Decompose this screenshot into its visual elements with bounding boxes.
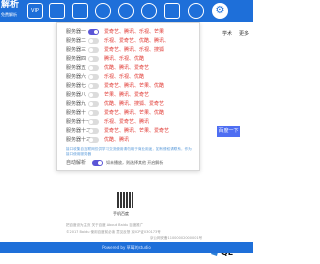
server-sites: 优酷、腾讯、爱奇艺 — [104, 65, 150, 71]
toolbar-icons: VIP ⚙ — [27, 2, 253, 20]
server-row: 服务器三 爱奇艺、腾讯、乐视、搜狐 — [66, 46, 196, 54]
vip-icon[interactable]: VIP — [27, 3, 43, 19]
toggle-knob — [89, 66, 93, 70]
bottom-bar: Powered by 草莓的studio — [0, 242, 253, 253]
footer-icp: 京公网安备11000002000001号 — [150, 236, 203, 240]
disclaimer-note: 接口收集自互联网仅供学习交流使用请勿用于商业用途，如有侵权请联系，作为接口使用服… — [66, 147, 192, 156]
server-label: 服务器十 — [66, 110, 87, 116]
server-row: 服务器二 乐视、爱奇艺、优酷、腾讯、 — [66, 37, 196, 45]
search-icon[interactable] — [72, 3, 88, 19]
footer-links[interactable]: 把百度设为主页 关于百度 About Baidu 百度推广 — [66, 223, 143, 228]
server-sites: 乐视、爱奇艺、优酷、腾讯、 — [104, 38, 170, 44]
server-toggle[interactable] — [88, 101, 99, 107]
server-sites: 优酷、腾讯 — [104, 137, 130, 143]
app-logo: 解析 免费解析 — [1, 0, 23, 21]
auto-parse-toggle[interactable] — [92, 160, 103, 166]
server-row: 服务器一 爱奇艺、腾讯、乐视、芒果 — [66, 28, 196, 36]
top-toolbar: 解析 免费解析 VIP ⚙ — [0, 0, 253, 22]
server-label: 服务器一 — [66, 29, 87, 35]
server-label: 服务器七 — [66, 83, 87, 89]
auto-parse-label: 自动解析 — [66, 160, 87, 166]
server-toggle[interactable] — [88, 83, 99, 89]
media-icon[interactable] — [49, 3, 65, 19]
server-row: 服务器七 爱奇艺、腾讯、芒果、优酷 — [66, 82, 196, 90]
server-sites: 爱奇艺、腾讯、乐视、搜狐 — [104, 47, 165, 53]
toggle-knob — [89, 93, 93, 97]
toggle-knob — [89, 129, 93, 133]
toggle-knob — [89, 39, 93, 43]
server-toggle[interactable] — [88, 92, 99, 98]
server-row: 服务器十三 优酷、腾讯 — [66, 136, 196, 144]
server-toggle[interactable] — [88, 56, 99, 62]
server-sites: 爱奇艺、腾讯、乐视、芒果 — [104, 29, 165, 35]
server-toggle[interactable] — [88, 119, 99, 125]
toggle-knob — [89, 102, 93, 106]
server-sites: 芒果、腾讯、爱奇艺 — [104, 92, 150, 98]
server-row: 服务器十二 爱奇艺、腾讯、芒果、爱奇艺 — [66, 127, 196, 135]
server-sites: 优酷、腾讯、搜狐、爱奇艺 — [104, 101, 165, 107]
logo-sub: 免费解析 — [1, 12, 17, 17]
server-label: 服务器四 — [66, 56, 87, 62]
toggle-knob — [89, 138, 93, 142]
server-sites: 爱奇艺、腾讯、芒果、优酷 — [104, 110, 165, 116]
server-toggle[interactable] — [88, 110, 99, 116]
server-sites: 乐视、爱奇艺、腾讯 — [104, 119, 150, 125]
download-icon[interactable] — [164, 3, 180, 19]
qr-code — [117, 192, 133, 208]
server-toggle[interactable] — [88, 65, 99, 71]
logo-main: 解析 — [1, 0, 20, 10]
server-label: 服务器二 — [66, 38, 87, 44]
server-row: 服务器十一 乐视、爱奇艺、腾讯 — [66, 118, 196, 126]
server-sites: 乐视、乐视、优酷 — [104, 74, 145, 80]
server-sites: 爱奇艺、腾讯、芒果、优酷 — [104, 83, 165, 89]
toggle-knob — [98, 161, 102, 165]
server-toggle[interactable] — [88, 137, 99, 143]
toggle-knob — [89, 48, 93, 52]
server-label: 服务器三 — [66, 47, 87, 53]
toggle-knob — [94, 30, 98, 34]
link-icon[interactable] — [95, 3, 111, 19]
toggle-knob — [89, 120, 93, 124]
server-toggle[interactable] — [88, 29, 99, 35]
auto-parse-row: 自动解析 如未播放，则选择其他 开启解析 — [66, 159, 196, 167]
server-row: 服务器九 优酷、腾讯、搜狐、爱奇艺 — [66, 100, 196, 108]
server-row: 服务器十 爱奇艺、腾讯、芒果、优酷 — [66, 109, 196, 117]
server-label: 服务器六 — [66, 74, 87, 80]
server-toggle[interactable] — [88, 47, 99, 53]
server-toggle[interactable] — [88, 38, 99, 44]
toggle-knob — [89, 57, 93, 61]
server-toggle[interactable] — [88, 128, 99, 134]
toggle-knob — [89, 111, 93, 115]
more-link[interactable]: 更多 — [239, 30, 249, 37]
server-toggle[interactable] — [88, 74, 99, 80]
server-row: 服务器五 优酷、腾讯、爱奇艺 — [66, 64, 196, 72]
ad-icon[interactable] — [188, 3, 204, 19]
server-settings-panel: 服务器一 爱奇艺、腾讯、乐视、芒果 服务器二 乐视、爱奇艺、优酷、腾讯、 服务器三 爱奇艺… — [56, 22, 200, 171]
qr-label: 手机百度 — [113, 211, 129, 216]
server-sites: 爱奇艺、腾讯、芒果、爱奇艺 — [104, 128, 170, 134]
academic-link[interactable]: 学术 — [222, 30, 232, 37]
toggle-knob — [89, 84, 93, 88]
server-label: 服务器八 — [66, 92, 87, 98]
footer-copyright: ©2017 Baidu 使用百度前必读 意见反馈 京ICP证030173号 — [66, 230, 161, 234]
server-label: 服务器九 — [66, 101, 87, 107]
server-row: 服务器六 乐视、乐视、优酷 — [66, 73, 196, 81]
auto-parse-desc: 如未播放，则选择其他 开启解析 — [106, 160, 164, 165]
music-icon[interactable] — [118, 3, 134, 19]
server-sites: 腾讯、乐视、优酷 — [104, 56, 145, 62]
video-icon[interactable] — [141, 3, 157, 19]
toggle-knob — [89, 75, 93, 79]
gear-icon[interactable]: ⚙ — [212, 3, 228, 19]
server-row: 服务器四 腾讯、乐视、优酷 — [66, 55, 196, 63]
server-row: 服务器八 芒果、腾讯、爱奇艺 — [66, 91, 196, 99]
server-label: 服务器五 — [66, 65, 87, 71]
search-button[interactable]: 百度一下 — [217, 126, 240, 137]
